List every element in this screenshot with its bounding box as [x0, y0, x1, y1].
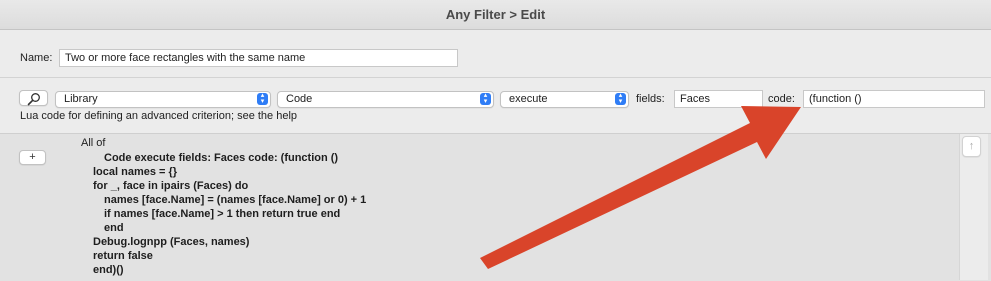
fields-input[interactable]: Faces — [674, 90, 763, 108]
code-select-value: Code — [286, 93, 313, 105]
code-input[interactable]: (function () — [803, 90, 985, 108]
plus-icon: + — [29, 151, 36, 163]
code-line: for _, face in ipairs (Faces) do — [93, 180, 249, 192]
window-title: Any Filter > Edit — [445, 7, 546, 22]
magnifier-icon — [27, 93, 40, 106]
code-select[interactable]: Code ▴ ▾ — [277, 91, 494, 108]
section-divider — [0, 77, 991, 78]
fields-label: fields: — [636, 93, 665, 105]
library-select-value: Library — [64, 93, 98, 105]
rule-group-label: All of — [81, 137, 106, 149]
code-line: names [face.Name] = (names [face.Name] o… — [104, 194, 367, 206]
code-line: return false — [93, 250, 153, 262]
library-select[interactable]: Library ▴ ▾ — [55, 91, 271, 108]
scroll-up-button[interactable]: ↑ — [962, 136, 981, 157]
search-button[interactable] — [19, 90, 48, 106]
code-line: local names = {} — [93, 166, 178, 178]
chevron-up-down-icon: ▴ ▾ — [480, 92, 491, 105]
name-label: Name: — [20, 52, 53, 64]
code-line: Code execute fields: Faces code: (functi… — [104, 152, 339, 164]
code-label: code: — [768, 93, 795, 105]
code-line: if names [face.Name] > 1 then return tru… — [104, 208, 341, 220]
execute-select-value: execute — [509, 93, 548, 105]
code-line: Debug.lognpp (Faces, names) — [93, 236, 250, 248]
add-rule-button[interactable]: + — [19, 150, 46, 165]
chevron-up-down-icon: ▴ ▾ — [615, 92, 626, 105]
window-title-bar: Any Filter > Edit — [0, 0, 991, 30]
name-field[interactable]: Two or more face rectangles with the sam… — [59, 49, 458, 67]
help-text: Lua code for defining an advanced criter… — [20, 110, 298, 122]
code-line: end — [104, 222, 124, 234]
up-arrow-icon: ↑ — [968, 140, 975, 152]
execute-select[interactable]: execute ▴ ▾ — [500, 91, 629, 108]
chevron-up-down-icon: ▴ ▾ — [257, 92, 268, 105]
code-line: end)() — [93, 264, 124, 276]
